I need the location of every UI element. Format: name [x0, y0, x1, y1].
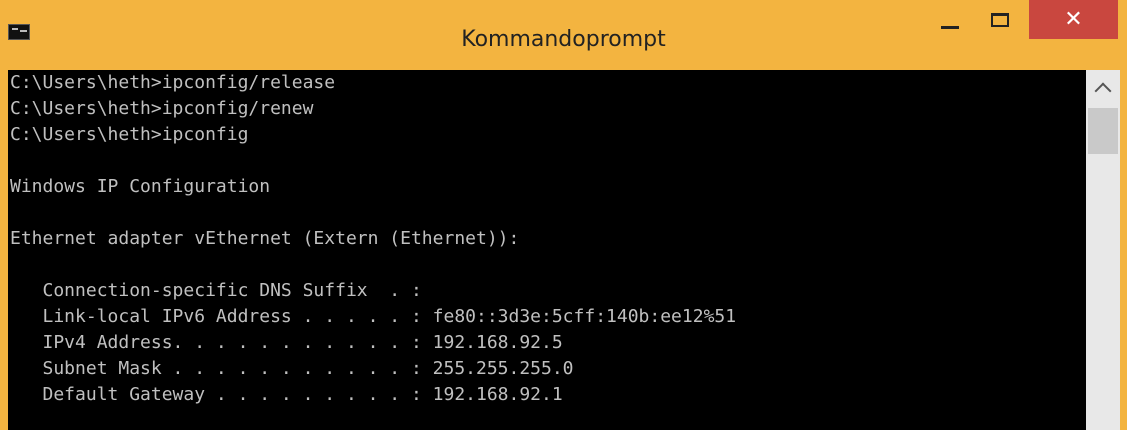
console-line: Windows IP Configuration: [10, 176, 271, 197]
close-icon: ✕: [1064, 6, 1083, 32]
console-line: Subnet Mask . . . . . . . . . . . : 255.…: [10, 358, 574, 379]
scroll-thumb[interactable]: [1088, 108, 1118, 154]
console-line: C:\Users\heth>ipconfig/renew: [10, 98, 314, 119]
scroll-up-button[interactable]: [1086, 70, 1120, 104]
minimize-icon: [941, 25, 959, 29]
console-line: Ethernet adapter vEthernet (Extern (Ethe…: [10, 228, 520, 249]
maximize-button[interactable]: [976, 0, 1024, 40]
command-prompt-window: Kommandoprompt ✕ C:\Users\heth>ipconfig/…: [0, 0, 1127, 430]
chevron-up-icon: [1094, 82, 1112, 100]
console-line: Connection-specific DNS Suffix . :: [10, 280, 422, 301]
console-line: C:\Users\heth>ipconfig/release: [10, 72, 336, 93]
minimize-button[interactable]: [926, 0, 974, 40]
console-line: Link-local IPv6 Address . . . . . : fe80…: [10, 306, 737, 327]
console-line: C:\Users\heth>ipconfig: [10, 124, 249, 145]
console-line: Default Gateway . . . . . . . . . : 192.…: [10, 384, 563, 405]
maximize-icon: [991, 13, 1009, 27]
vertical-scrollbar[interactable]: [1086, 70, 1120, 430]
console-output[interactable]: C:\Users\heth>ipconfig/release C:\Users\…: [8, 70, 1086, 430]
title-bar[interactable]: Kommandoprompt ✕: [0, 0, 1127, 70]
close-button[interactable]: ✕: [1029, 0, 1118, 39]
window-border: [1120, 70, 1127, 430]
console-line: IPv4 Address. . . . . . . . . . . : 192.…: [10, 332, 563, 353]
